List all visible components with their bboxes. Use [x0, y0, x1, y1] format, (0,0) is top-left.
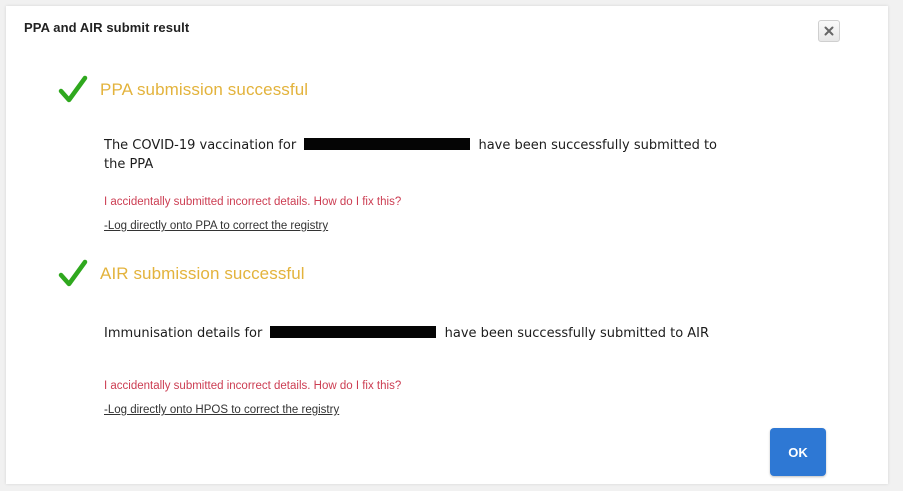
redacted-name [304, 138, 471, 150]
air-help-question: I accidentally submitted incorrect detai… [104, 380, 402, 392]
ppa-message-line2: the PPA [104, 157, 154, 172]
air-message-suffix: have been successfully submitted to AIR [444, 326, 710, 341]
air-success-message: Immunisation details for have been succe… [104, 324, 844, 343]
ppa-message-prefix: The COVID-19 vaccination for [104, 138, 297, 153]
submit-result-dialog: PPA and AIR submit result PPA submission… [6, 6, 888, 484]
dialog-title: PPA and AIR submit result [24, 20, 190, 35]
checkmark-icon [58, 259, 88, 287]
air-fix-link[interactable]: -Log directly onto HPOS to correct the r… [104, 404, 339, 416]
ppa-success-heading: PPA submission successful [100, 80, 309, 99]
ppa-help-question: I accidentally submitted incorrect detai… [104, 196, 402, 208]
ppa-success-message: The COVID-19 vaccination for have been s… [104, 136, 824, 174]
ppa-message-suffix: have been successfully submitted to [478, 138, 718, 153]
close-button[interactable] [818, 20, 840, 42]
redacted-name [270, 326, 437, 338]
air-message-prefix: Immunisation details for [104, 326, 263, 341]
air-success-heading: AIR submission successful [100, 264, 305, 283]
checkmark-icon [58, 75, 88, 103]
ppa-fix-link[interactable]: -Log directly onto PPA to correct the re… [104, 220, 328, 232]
close-x-icon [824, 26, 834, 36]
ok-button[interactable]: OK [770, 428, 826, 476]
